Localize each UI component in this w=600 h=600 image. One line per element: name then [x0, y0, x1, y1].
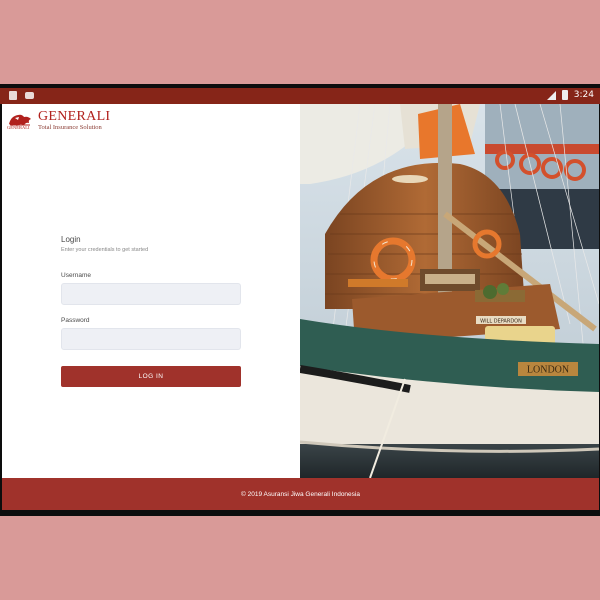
- brand-name: GENERALI: [38, 109, 111, 124]
- android-icon: [9, 91, 17, 100]
- app-window: GENERALI Total Insurance Solution GENERA…: [2, 104, 599, 510]
- status-bar: 3:24: [0, 88, 600, 104]
- login-pane: GENERALI Total Insurance Solution GENERA…: [2, 104, 300, 478]
- login-form: Login Enter your credentials to get star…: [61, 235, 241, 387]
- brand-tagline: Total Insurance Solution: [38, 124, 102, 131]
- sailboat-photo: WILL DEPARDON LONDON: [300, 104, 599, 478]
- copyright-text: © 2019 Asuransi Jiwa Generali Indonesia: [241, 490, 360, 498]
- footer: © 2019 Asuransi Jiwa Generali Indonesia: [2, 478, 599, 510]
- boat-nameplate: LONDON: [527, 365, 569, 376]
- password-label: Password: [61, 317, 90, 324]
- message-icon: [25, 92, 34, 99]
- signal-icon: [546, 90, 556, 100]
- login-button[interactable]: LOG IN: [61, 366, 241, 387]
- battery-icon: [561, 90, 568, 100]
- hero-image: WILL DEPARDON LONDON: [300, 104, 599, 478]
- sign-text: WILL DEPARDON: [480, 319, 522, 325]
- logo-caption: GENERALI: [7, 125, 30, 130]
- form-title: Login: [61, 235, 81, 244]
- username-input[interactable]: [61, 283, 241, 305]
- form-subtitle: Enter your credentials to get started: [61, 247, 149, 253]
- username-label: Username: [61, 272, 91, 279]
- status-time: 3:24: [573, 90, 594, 100]
- password-input[interactable]: [61, 328, 241, 350]
